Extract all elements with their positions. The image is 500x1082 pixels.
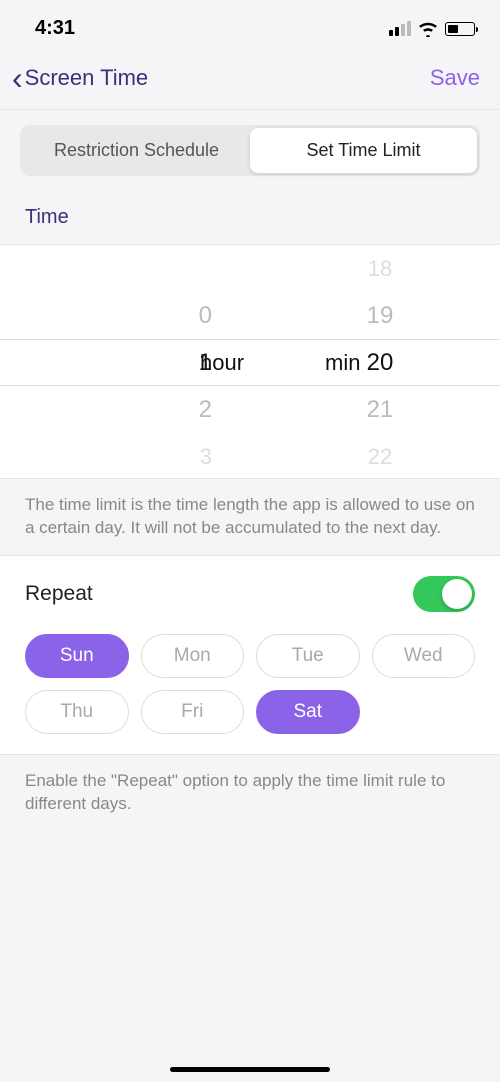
- status-time: 4:31: [35, 17, 75, 40]
- repeat-label: Repeat: [25, 582, 93, 606]
- days-grid: Sun Mon Tue Wed Thu Fri Sat: [25, 634, 475, 734]
- nav-title: Screen Time: [25, 65, 149, 91]
- time-picker[interactable]: 0 1 2 3 17 18 19 20 21 22 23 hour min: [0, 244, 500, 479]
- segment-control: Restriction Schedule Set Time Limit: [20, 125, 480, 176]
- tab-restriction-schedule[interactable]: Restriction Schedule: [23, 128, 250, 173]
- day-thu[interactable]: Thu: [25, 690, 129, 734]
- time-section-label: Time: [0, 191, 500, 244]
- day-wed[interactable]: Wed: [372, 634, 476, 678]
- save-button[interactable]: Save: [430, 65, 480, 91]
- day-sun[interactable]: Sun: [25, 634, 129, 678]
- day-fri[interactable]: Fri: [141, 690, 245, 734]
- status-bar: 4:31: [0, 0, 500, 52]
- toggle-knob-icon: [442, 579, 472, 609]
- chevron-left-icon: ‹: [12, 62, 23, 94]
- time-help-text: The time limit is the time length the ap…: [0, 479, 500, 555]
- nav-bar: ‹ Screen Time Save: [0, 52, 500, 110]
- day-mon[interactable]: Mon: [141, 634, 245, 678]
- back-button[interactable]: ‹ Screen Time: [12, 62, 148, 94]
- minute-unit-label: min: [325, 339, 360, 386]
- day-sat[interactable]: Sat: [256, 690, 360, 734]
- home-indicator[interactable]: [170, 1067, 330, 1073]
- repeat-help-text: Enable the "Repeat" option to apply the …: [0, 755, 500, 831]
- hour-unit-label: hour: [200, 339, 244, 386]
- battery-icon: [445, 22, 475, 36]
- repeat-section: Repeat Sun Mon Tue Wed Thu Fri Sat: [0, 555, 500, 755]
- wifi-icon: [417, 21, 439, 37]
- day-tue[interactable]: Tue: [256, 634, 360, 678]
- status-icons: [389, 21, 475, 37]
- cell-signal-icon: [389, 21, 411, 36]
- repeat-toggle[interactable]: [413, 576, 475, 612]
- tab-set-time-limit[interactable]: Set Time Limit: [250, 128, 477, 173]
- minute-picker-column[interactable]: 17 18 19 20 21 22 23: [250, 245, 500, 478]
